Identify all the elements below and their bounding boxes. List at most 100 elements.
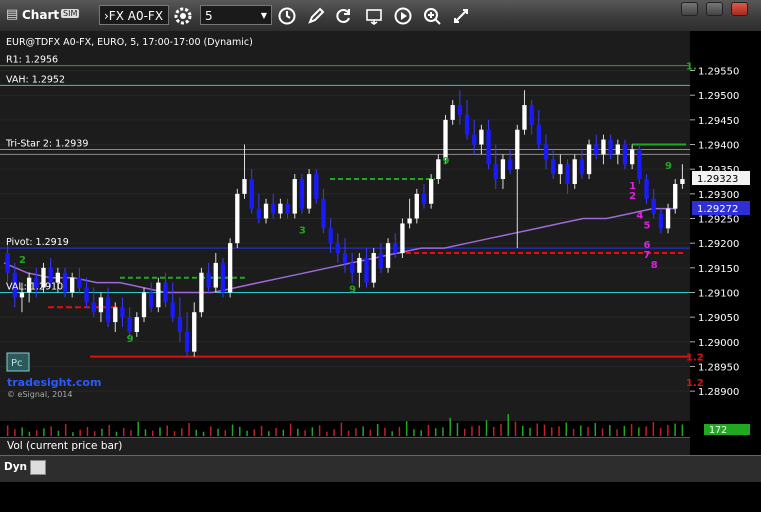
- candle-body: [615, 144, 620, 155]
- level-label: R1: 1.2956: [6, 55, 58, 66]
- candle-body: [278, 203, 283, 214]
- y-tick-label: 1.29000: [698, 338, 739, 349]
- close-button[interactable]: [731, 2, 748, 16]
- candle-body: [507, 159, 513, 170]
- refresh-icon[interactable]: [334, 6, 354, 26]
- candle-body: [371, 253, 376, 283]
- setup-count-label: 7: [644, 250, 651, 261]
- symbol-field[interactable]: ›FX A0-FX: [99, 5, 169, 25]
- candle-body: [436, 159, 441, 180]
- candle-body: [407, 218, 412, 224]
- window-title: Chart: [22, 8, 60, 22]
- zoom-in-icon[interactable]: [422, 6, 442, 26]
- ma-value-label: 1.29272: [697, 204, 738, 215]
- candle-body: [515, 129, 520, 170]
- y-tick-label: 1.29050: [698, 313, 739, 324]
- minimize-button[interactable]: [681, 2, 698, 16]
- candle-body: [242, 179, 247, 194]
- candle-body: [378, 253, 384, 268]
- candle-body: [443, 119, 448, 160]
- candle-body: [364, 257, 369, 283]
- y-tick-label: 1.29400: [698, 141, 739, 152]
- setup-count-label: 9: [443, 156, 450, 167]
- candle-body: [77, 277, 82, 288]
- candle-body: [558, 164, 563, 175]
- clock-icon[interactable]: [277, 6, 297, 26]
- play-icon[interactable]: [393, 6, 413, 26]
- candle-body: [472, 134, 477, 145]
- candle-body: [62, 272, 68, 293]
- volume-label-bar: Vol (current price bar): [0, 437, 690, 456]
- draw-pencil-icon[interactable]: [306, 6, 326, 26]
- level-right-label: 1.2: [686, 353, 704, 364]
- candle-body: [622, 144, 628, 165]
- setup-count-label: 8: [651, 260, 658, 271]
- candle-body: [105, 297, 111, 323]
- dyn-toggle-icon[interactable]: [30, 460, 46, 475]
- candle-body: [529, 105, 534, 125]
- y-tick-label: 1.29250: [698, 215, 739, 226]
- tradesight-watermark: tradesight.com: [7, 376, 101, 389]
- candle-body: [493, 164, 498, 180]
- candle-body: [177, 317, 183, 332]
- setup-count-label: 9: [349, 284, 356, 295]
- chevron-down-icon: ▼: [260, 11, 267, 20]
- volume-study-label: Vol (current price bar): [7, 440, 123, 452]
- candle-body: [271, 203, 276, 214]
- level-label: VAL: 1.2910: [6, 281, 63, 292]
- link-tool-icon[interactable]: [451, 6, 471, 26]
- candle-body: [263, 203, 269, 219]
- right-edge-price-tag: 1.2: [686, 378, 704, 389]
- y-tick-label: 1.28950: [698, 362, 739, 373]
- candle-body: [249, 179, 254, 209]
- y-tick-label: 1.29200: [698, 239, 739, 250]
- candle-body: [385, 243, 391, 268]
- setup-count-label: 4: [636, 211, 643, 222]
- interval-field[interactable]: 5 ▼: [200, 5, 272, 25]
- candle-body: [450, 105, 455, 120]
- y-tick-label: 1.28900: [698, 387, 739, 398]
- candle-body: [673, 183, 678, 209]
- candle-body: [314, 174, 319, 199]
- candle-body: [220, 262, 226, 293]
- candle-body: [48, 267, 53, 283]
- candle-body: [98, 297, 104, 313]
- candle-body: [213, 262, 218, 288]
- candle-body: [199, 272, 204, 313]
- chart-toolbar: ▤ Chart SIM ›FX A0-FX 5 ▼: [0, 0, 761, 32]
- candle-body: [19, 292, 25, 298]
- y-tick-label: 1.29100: [698, 288, 739, 299]
- setup-count-label: 5: [644, 220, 651, 231]
- candle-body: [601, 139, 606, 155]
- candle-body: [522, 105, 527, 130]
- candle-body: [113, 307, 118, 323]
- candle-body: [586, 144, 592, 175]
- candle-body: [393, 243, 398, 254]
- candle-body: [149, 292, 154, 308]
- candle-body: [141, 292, 147, 318]
- candle-body: [457, 105, 463, 115]
- candle-body: [227, 243, 233, 293]
- volume-value-label: 172: [709, 425, 727, 436]
- sim-badge: SIM: [61, 9, 80, 18]
- dyn-label[interactable]: Dyn: [4, 461, 27, 473]
- settings-gear-icon[interactable]: [173, 6, 193, 26]
- maximize-button[interactable]: [706, 2, 723, 16]
- candle-body: [572, 159, 577, 184]
- candle-body: [680, 179, 685, 184]
- chart-title: EUR@TDFX A0-FX, EURO, 5, 17:00-17:00 (Dy…: [6, 37, 253, 48]
- candle-body: [321, 198, 326, 229]
- candle-body: [256, 208, 262, 219]
- candle-body: [91, 302, 96, 313]
- get-data-icon[interactable]: [364, 6, 384, 26]
- candle-body: [127, 317, 132, 332]
- y-tick-label: 1.29500: [698, 91, 739, 102]
- candle-body: [665, 208, 671, 229]
- chart-window-icon: ▤: [6, 7, 19, 22]
- y-tick-label: 1.29300: [698, 190, 739, 201]
- candle-body: [630, 149, 635, 165]
- candle-body: [163, 282, 168, 303]
- candle-body: [84, 287, 89, 303]
- candle-body: [170, 302, 175, 318]
- candle-body: [428, 179, 434, 204]
